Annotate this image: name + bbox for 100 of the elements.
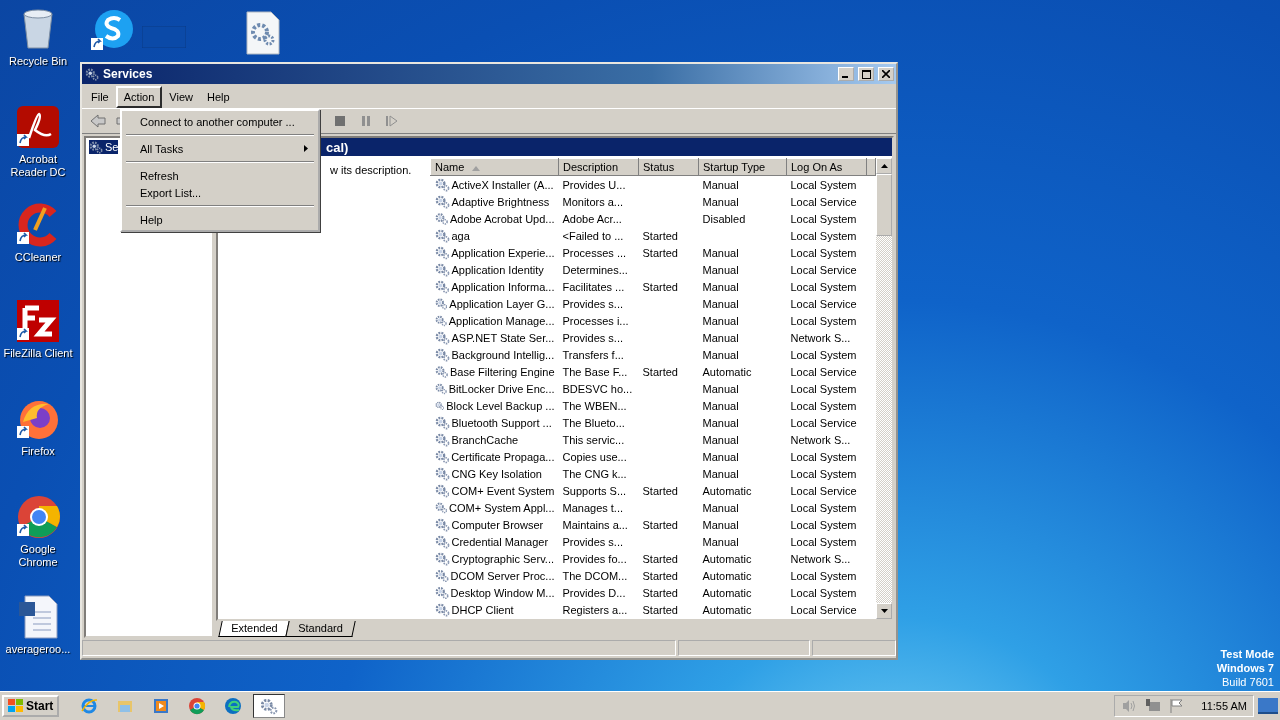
- filezilla-icon[interactable]: [15, 298, 61, 344]
- minimize-button[interactable]: [838, 67, 854, 81]
- icon-label: Recycle Bin: [8, 55, 68, 68]
- menu-entry[interactable]: Export List...: [124, 184, 316, 201]
- table-cell: Provides U...: [558, 175, 639, 193]
- view-tab[interactable]: Standard: [285, 621, 356, 637]
- column-header[interactable]: Status: [638, 158, 699, 176]
- close-button[interactable]: [878, 67, 894, 81]
- service-name: Certificate Propaga...: [451, 450, 555, 463]
- gear-icon: [434, 381, 447, 396]
- menu-entry[interactable]: Refresh: [124, 167, 316, 184]
- table-cell-text: Determines...: [561, 262, 629, 278]
- menu-item[interactable]: Help: [199, 87, 237, 107]
- table-cell-text: Processes i...: [561, 313, 630, 329]
- description-hint: w its description.: [330, 164, 412, 176]
- table-cell-text: Local System: [789, 347, 858, 363]
- maximize-icon: [861, 69, 871, 79]
- table-cell-text: Local Service: [789, 364, 858, 380]
- service-name: Desktop Window M...: [450, 586, 555, 599]
- acrobat-icon[interactable]: [15, 104, 61, 150]
- gear-icon: [434, 415, 450, 430]
- table-cell-text: Local System: [789, 585, 858, 601]
- gear-icon: [434, 517, 450, 532]
- table-cell-text: The DCOM...: [561, 568, 629, 584]
- tree-item[interactable]: Se: [89, 140, 119, 154]
- pane-title: cal): [326, 139, 349, 155]
- menu-entry[interactable]: Help: [124, 211, 316, 228]
- table-cell-text: Local Service: [789, 602, 858, 618]
- table-cell-text: Provides s...: [561, 534, 625, 550]
- table-cell-text: Manual: [701, 296, 740, 312]
- stop-icon: [334, 115, 346, 127]
- table-cell-text: Manual: [701, 194, 740, 210]
- table-cell-text: Manual: [701, 313, 740, 329]
- scroll-up-button[interactable]: [876, 158, 892, 174]
- gear-icon: [434, 330, 450, 345]
- scroll-down-button[interactable]: [876, 603, 892, 619]
- gear-icon: [434, 279, 450, 294]
- table-cell-text: Disabled: [701, 211, 747, 227]
- service-name: BitLocker Drive Enc...: [448, 382, 555, 395]
- back-arrow-icon: [90, 114, 106, 128]
- service-name: Computer Browser: [451, 518, 544, 531]
- gear-icon: [434, 211, 448, 226]
- column-header[interactable]: Name: [430, 158, 559, 176]
- gear-icon: [434, 534, 450, 549]
- table-cell-text: This servic...: [561, 432, 626, 448]
- service-name: Credential Manager: [451, 535, 549, 548]
- table-cell-text: Started: [641, 568, 679, 584]
- table-cell-text: Manual: [701, 262, 740, 278]
- gear-icon: [434, 313, 447, 328]
- table-cell-text: Automatic: [701, 568, 753, 584]
- menu-item[interactable]: File: [84, 87, 116, 107]
- scroll-thumb[interactable]: [876, 174, 892, 236]
- start-button[interactable]: Start: [2, 695, 60, 717]
- gear-icon: [434, 432, 450, 447]
- service-name: COM+ System Appl...: [449, 501, 555, 514]
- gear-icon: [434, 585, 449, 600]
- service-name: BranchCache: [451, 433, 519, 446]
- table-cell-text: The CNG k...: [561, 466, 628, 482]
- table-cell-text: Started: [641, 585, 679, 601]
- column-header[interactable]: Log On As: [786, 158, 867, 176]
- window-thumbnail-icon[interactable]: [142, 26, 186, 48]
- table-cell-text: Started: [641, 551, 679, 567]
- network-icon[interactable]: [1145, 699, 1162, 713]
- gear-icon: [85, 67, 99, 81]
- table-cell-text: Local System: [789, 534, 858, 550]
- menu-entry[interactable]: Connect to another computer ...: [124, 113, 316, 130]
- menu-item[interactable]: View: [162, 87, 200, 107]
- gear-icon: [434, 364, 448, 379]
- table-cell-text: Local Service: [789, 296, 858, 312]
- table-cell-text: The Base F...: [561, 364, 629, 380]
- column-header[interactable]: Description: [558, 158, 639, 176]
- table-cell-text: Network S...: [789, 432, 852, 448]
- table-cell-text: Network S...: [789, 551, 852, 567]
- table-cell-text: Manual: [701, 534, 740, 550]
- maximize-button[interactable]: [858, 67, 874, 81]
- table-cell-text: Network S...: [789, 330, 852, 346]
- table-cell-text: Provides D...: [561, 585, 627, 601]
- clock[interactable]: 11:55 AM: [1201, 700, 1247, 712]
- menu-entry[interactable]: All Tasks: [124, 140, 316, 157]
- service-name: Block Level Backup ...: [446, 399, 555, 412]
- edge-icon: [224, 697, 243, 715]
- table-cell-text: Local System: [789, 398, 858, 414]
- view-tab[interactable]: Extended: [218, 621, 291, 637]
- column-header[interactable]: Startup Type: [698, 158, 787, 176]
- table-cell-text: Transfers f...: [561, 347, 625, 363]
- menu-item[interactable]: Action: [115, 86, 163, 108]
- table-cell-text: Started: [641, 279, 679, 295]
- icon-label: FileZilla Client: [3, 347, 73, 360]
- table-cell-text: Local System: [789, 245, 858, 261]
- chrome-icon[interactable]: [15, 494, 61, 540]
- gear-icon: [89, 140, 103, 154]
- service-name: Background Intellig...: [451, 348, 555, 361]
- table-cell-text: Supports S...: [561, 483, 628, 499]
- media-player-icon: [152, 697, 171, 715]
- table-cell-text: Started: [641, 602, 679, 618]
- table-cell-text: Local System: [789, 466, 858, 482]
- gear-icon: [434, 194, 450, 209]
- taskbar-app[interactable]: [253, 694, 286, 718]
- service-name: Cryptographic Serv...: [451, 552, 554, 565]
- windows-logo-icon: [8, 699, 24, 713]
